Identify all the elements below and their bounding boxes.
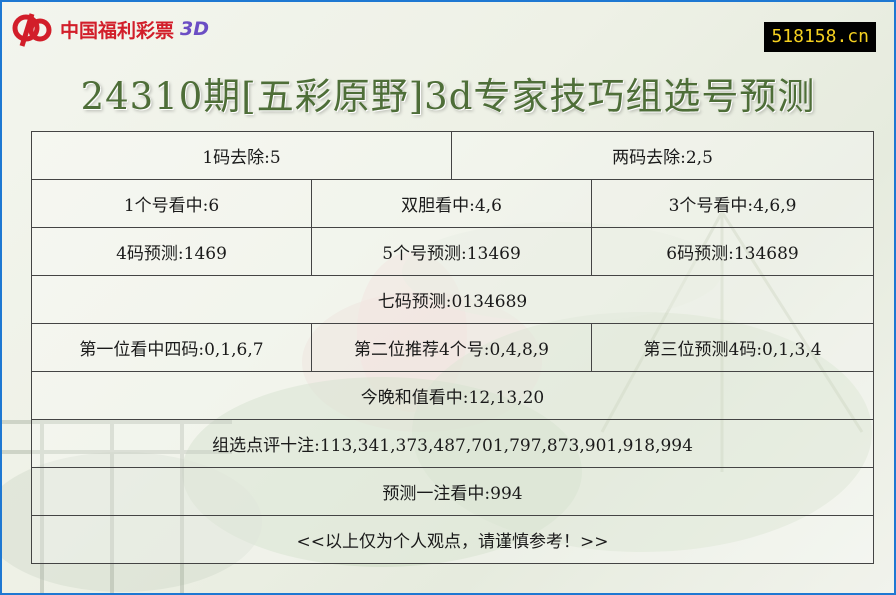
table-cell: 1码去除:5	[30, 131, 453, 180]
logo-3d-mark: 3D	[180, 18, 210, 40]
table-row: <<以上仅为个人观点，请谨慎参考！>>	[30, 515, 875, 564]
table-cell: 两码去除:2,5	[451, 131, 875, 180]
table-cell: 第一位看中四码:0,1,6,7	[31, 323, 312, 372]
table-cell: 预测一注看中:994	[30, 467, 875, 516]
welfare-lottery-emblem-icon	[12, 13, 52, 47]
welfare-lottery-logo: 中国福利彩票 3D	[12, 10, 209, 48]
table-cell: 4码预测:1469	[31, 227, 312, 276]
table-cell: 第二位推荐4个号:0,4,8,9	[310, 323, 593, 372]
table-cell: 七码预测:0134689	[30, 275, 875, 324]
table-row: 1个号看中:6 双胆看中:4,6 3个号看中:4,6,9	[31, 179, 875, 228]
table-cell: 1个号看中:6	[31, 179, 312, 228]
table-cell: 今晚和值看中:12,13,20	[30, 371, 875, 420]
table-row: 第一位看中四码:0,1,6,7 第二位推荐4个号:0,4,8,9 第三位预测4码…	[31, 323, 875, 372]
table-row: 七码预测:0134689	[30, 275, 875, 324]
table-cell: 双胆看中:4,6	[310, 179, 593, 228]
table-row: 今晚和值看中:12,13,20	[30, 371, 875, 420]
table-cell: 第三位预测4码:0,1,3,4	[591, 323, 875, 372]
table-row: 组选点评十注:113,341,373,487,701,797,873,901,9…	[30, 419, 875, 468]
poster-frame: 中国福利彩票 3D 518158.cn 24310期[五彩原野]3d专家技巧组选…	[0, 0, 896, 595]
logo-text: 中国福利彩票	[60, 19, 175, 42]
table-row: 预测一注看中:994	[30, 467, 875, 516]
table-cell: 组选点评十注:113,341,373,487,701,797,873,901,9…	[30, 419, 875, 468]
prediction-table: 1码去除:5 两码去除:2,5 1个号看中:6 双胆看中:4,6 3个号看中:4…	[30, 131, 875, 564]
table-cell: 3个号看中:4,6,9	[591, 179, 875, 228]
table-row: 4码预测:1469 5个号预测:13469 6码预测:134689	[31, 227, 875, 276]
site-badge: 518158.cn	[764, 22, 876, 52]
page-title: 24310期[五彩原野]3d专家技巧组选号预测	[80, 75, 816, 118]
table-row: 1码去除:5 两码去除:2,5	[30, 131, 875, 180]
table-cell: 5个号预测:13469	[310, 227, 593, 276]
table-cell: 6码预测:134689	[591, 227, 875, 276]
disclaimer-cell: <<以上仅为个人观点，请谨慎参考！>>	[30, 515, 875, 564]
